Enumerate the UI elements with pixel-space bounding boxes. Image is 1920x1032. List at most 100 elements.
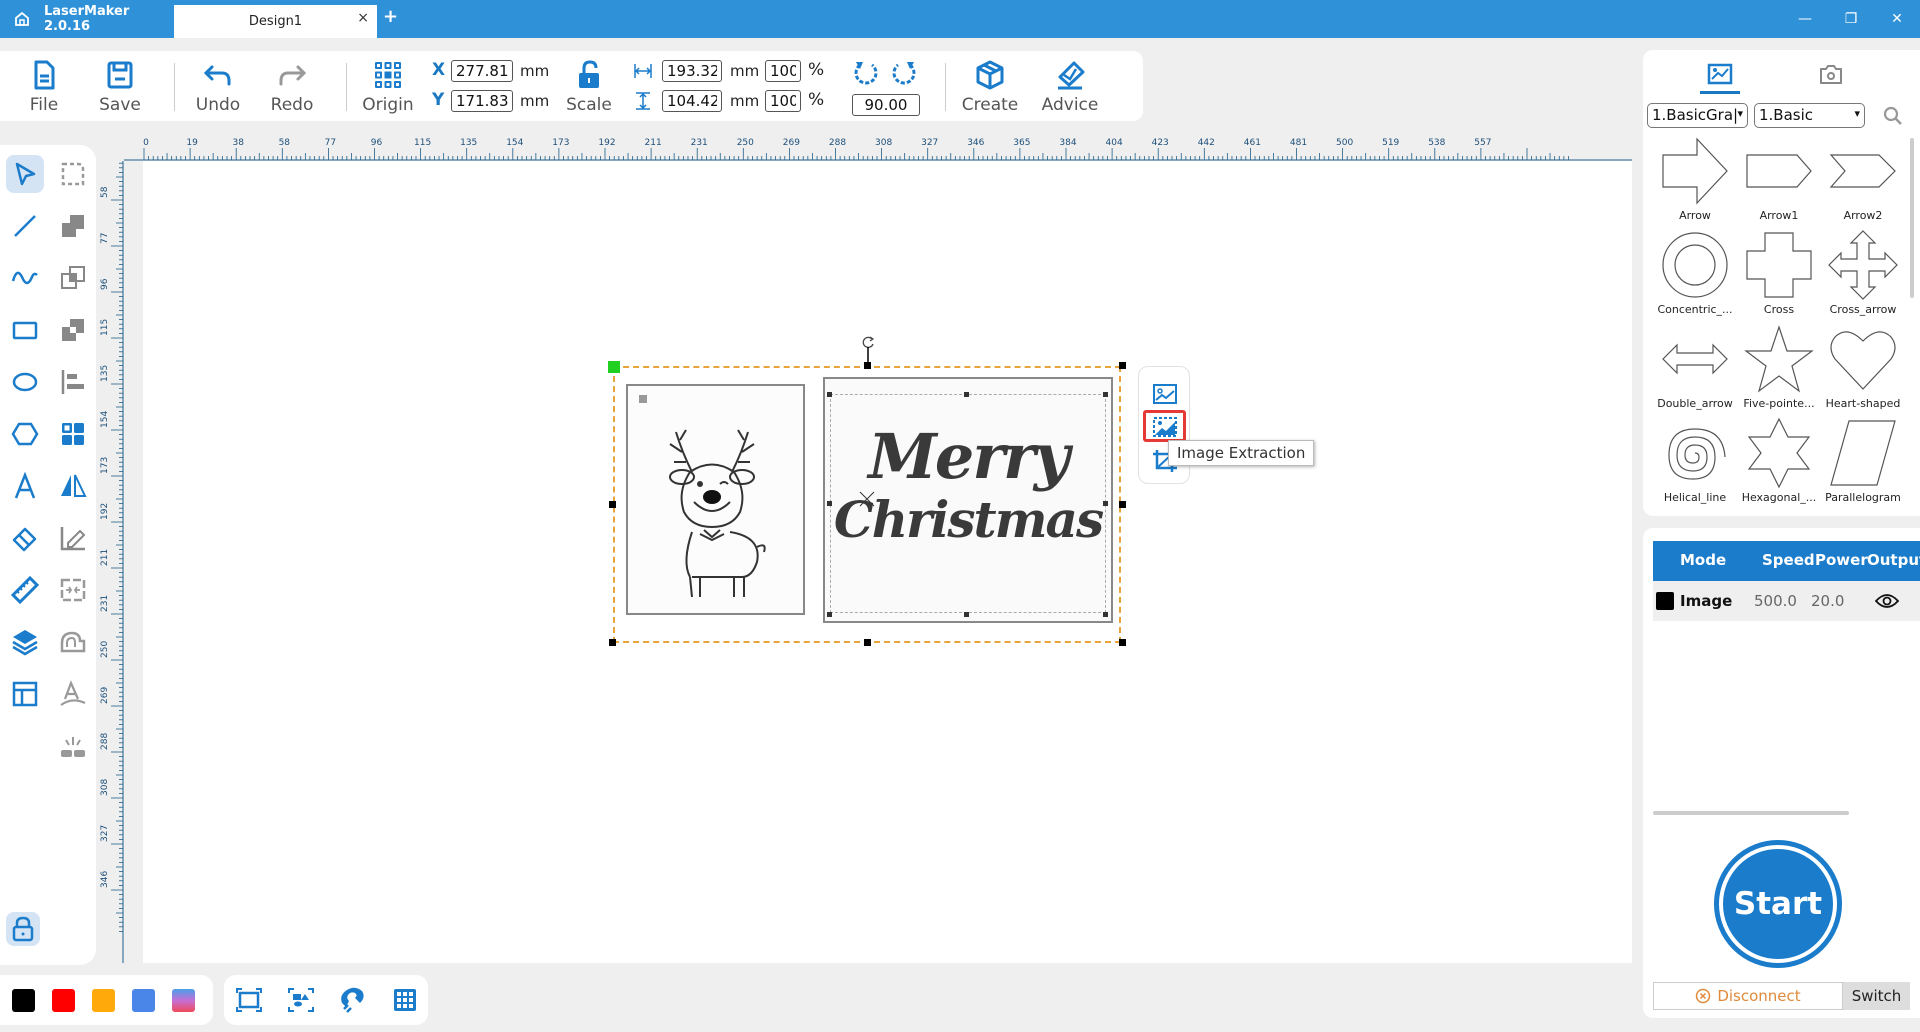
y-position-input[interactable] bbox=[451, 90, 513, 112]
category-select[interactable]: 1.BasicGra| ▾ bbox=[1647, 103, 1748, 128]
color-swatch-orange[interactable] bbox=[92, 989, 115, 1012]
ellipse-tool[interactable] bbox=[6, 363, 44, 401]
width-percent-input[interactable] bbox=[765, 60, 801, 82]
subtract-tool[interactable] bbox=[54, 311, 92, 349]
magnet-snap-icon[interactable] bbox=[338, 985, 368, 1015]
layers-tool[interactable] bbox=[6, 623, 44, 661]
inner-handle[interactable] bbox=[964, 612, 969, 617]
shape-arrow2[interactable]: Arrow2 bbox=[1821, 135, 1905, 229]
shape-parallelogram[interactable]: Parallelogram bbox=[1821, 417, 1905, 507]
close-window-button[interactable]: ✕ bbox=[1874, 0, 1920, 38]
resize-handle-right[interactable] bbox=[1119, 501, 1126, 508]
shape-cross[interactable]: Cross bbox=[1737, 229, 1821, 323]
marquee-tool[interactable] bbox=[54, 155, 92, 193]
home-button[interactable] bbox=[0, 0, 44, 38]
shape-concentric-circle[interactable]: Concentric_... bbox=[1653, 229, 1737, 323]
inner-handle[interactable] bbox=[1103, 612, 1108, 617]
inner-handle[interactable] bbox=[1103, 392, 1108, 397]
search-icon[interactable] bbox=[1883, 106, 1903, 126]
merry-christmas-image[interactable]: Merry Christmas bbox=[823, 377, 1113, 623]
color-swatch-blue[interactable] bbox=[132, 989, 155, 1012]
resize-handle-top-right[interactable] bbox=[1119, 362, 1126, 369]
color-swatch-red[interactable] bbox=[52, 989, 75, 1012]
shape-double-arrow[interactable]: Double_arrow bbox=[1653, 323, 1737, 417]
layer-panel-scrollbar[interactable] bbox=[1653, 811, 1849, 815]
scale-lock-button[interactable]: Scale bbox=[564, 51, 614, 121]
tab-graphics-library[interactable] bbox=[1690, 56, 1750, 94]
shape-cross-arrow[interactable]: Cross_arrow bbox=[1821, 229, 1905, 323]
tab-close-icon[interactable]: × bbox=[357, 10, 369, 26]
line-tool[interactable] bbox=[6, 207, 44, 245]
minimize-button[interactable]: — bbox=[1782, 0, 1828, 38]
shape-arrow[interactable]: Arrow bbox=[1653, 135, 1737, 229]
advice-button[interactable]: Advice bbox=[1040, 51, 1100, 121]
shape-list-scrollbar[interactable] bbox=[1910, 138, 1914, 298]
width-input[interactable] bbox=[662, 60, 722, 82]
inner-handle[interactable] bbox=[827, 612, 832, 617]
resize-handle-bottom-right[interactable] bbox=[1119, 639, 1126, 646]
redo-button[interactable]: Redo bbox=[266, 51, 318, 121]
layout-tool[interactable] bbox=[6, 675, 44, 713]
rotate-ccw-icon[interactable] bbox=[852, 59, 880, 89]
shape-heart[interactable]: Heart-shaped bbox=[1821, 323, 1905, 417]
rotate-handle-icon[interactable] bbox=[859, 334, 877, 366]
create-button[interactable]: Create bbox=[962, 51, 1018, 121]
text-on-path-tool[interactable] bbox=[54, 675, 92, 713]
fit-tool[interactable] bbox=[54, 571, 92, 609]
x-position-input[interactable] bbox=[451, 60, 513, 82]
offset-tool[interactable] bbox=[54, 623, 92, 661]
grid-icon[interactable] bbox=[390, 985, 420, 1015]
eraser-tool[interactable] bbox=[6, 519, 44, 557]
start-button[interactable]: Start bbox=[1714, 840, 1842, 968]
file-button[interactable]: File bbox=[22, 51, 66, 121]
curve-tool[interactable] bbox=[6, 259, 44, 297]
align-tool[interactable] bbox=[54, 363, 92, 401]
laser-tool[interactable] bbox=[54, 727, 92, 765]
resize-handle-left[interactable] bbox=[609, 501, 616, 508]
reindeer-image[interactable] bbox=[626, 384, 805, 615]
measure-tool[interactable] bbox=[6, 571, 44, 609]
height-input[interactable] bbox=[662, 90, 722, 112]
image-icon[interactable] bbox=[1152, 383, 1178, 405]
maximize-button[interactable]: ❐ bbox=[1828, 0, 1874, 38]
image-extraction-button[interactable] bbox=[1143, 410, 1186, 442]
design-canvas[interactable]: Merry Christmas bbox=[143, 161, 1632, 963]
anchor-handle[interactable] bbox=[608, 361, 620, 373]
shape-five-pointed-star[interactable]: Five-pointe... bbox=[1737, 323, 1821, 417]
polygon-tool[interactable] bbox=[6, 415, 44, 453]
shape-helical-line[interactable]: Helical_line bbox=[1653, 417, 1737, 507]
select-tool[interactable] bbox=[6, 155, 44, 193]
color-swatch-black[interactable] bbox=[12, 989, 35, 1012]
switch-button[interactable]: Switch bbox=[1843, 982, 1910, 1010]
tab-design1[interactable]: Design1 × bbox=[174, 5, 377, 38]
lock-button[interactable] bbox=[6, 912, 40, 946]
intersect-tool[interactable] bbox=[54, 259, 92, 297]
rectangle-tool[interactable] bbox=[6, 311, 44, 349]
tab-camera[interactable] bbox=[1801, 56, 1861, 92]
rotation-angle-input[interactable] bbox=[852, 94, 920, 116]
fit-page-icon[interactable] bbox=[234, 985, 264, 1015]
height-percent-input[interactable] bbox=[765, 90, 801, 112]
array-tool[interactable] bbox=[54, 415, 92, 453]
inner-handle[interactable] bbox=[964, 392, 969, 397]
color-swatch-gradient[interactable] bbox=[172, 989, 195, 1012]
inner-handle[interactable] bbox=[827, 392, 832, 397]
new-tab-button[interactable]: + bbox=[383, 6, 398, 27]
text-tool[interactable] bbox=[6, 467, 44, 505]
eye-icon[interactable] bbox=[1875, 593, 1899, 609]
fit-objects-icon[interactable] bbox=[286, 985, 316, 1015]
undo-button[interactable]: Undo bbox=[192, 51, 244, 121]
layer-row[interactable]: Image 500.0 20.0 bbox=[1653, 581, 1920, 621]
shape-arrow1[interactable]: Arrow1 bbox=[1737, 135, 1821, 229]
layer-color-swatch[interactable] bbox=[1656, 592, 1674, 610]
resize-handle-bottom-left[interactable] bbox=[609, 639, 616, 646]
mirror-tool[interactable] bbox=[54, 467, 92, 505]
subcategory-select[interactable]: 1.Basic ▾ bbox=[1754, 103, 1865, 128]
rotate-cw-icon[interactable] bbox=[890, 59, 918, 89]
disconnect-button[interactable]: Disconnect bbox=[1653, 982, 1843, 1010]
edit-node-tool[interactable] bbox=[54, 519, 92, 557]
shape-hexagonal-star[interactable]: Hexagonal_... bbox=[1737, 417, 1821, 507]
origin-button[interactable]: Origin bbox=[360, 51, 416, 121]
union-tool[interactable] bbox=[54, 207, 92, 245]
resize-handle-bottom[interactable] bbox=[864, 639, 871, 646]
